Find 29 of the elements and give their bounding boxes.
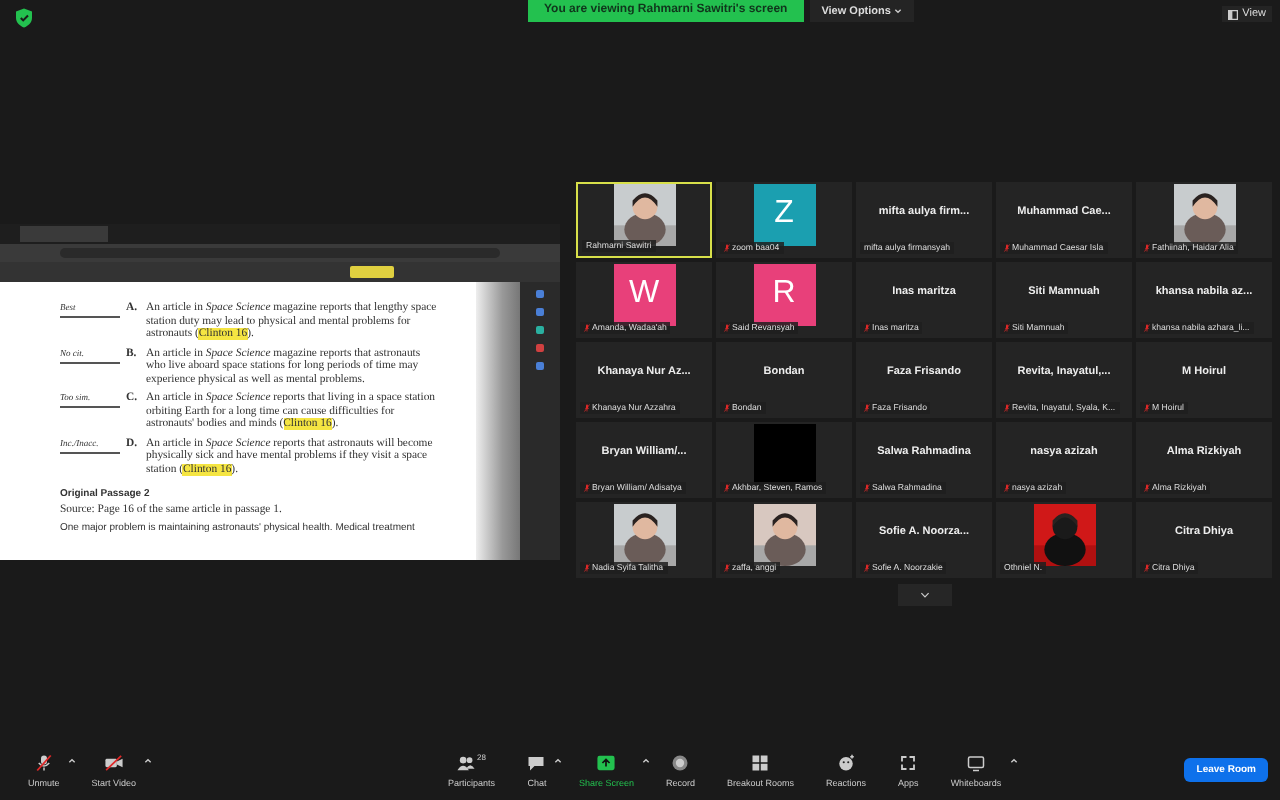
sidebar-icon[interactable] bbox=[536, 326, 544, 334]
sidebar-icon[interactable] bbox=[536, 344, 544, 352]
sidebar-icon[interactable] bbox=[536, 290, 544, 298]
share-screen-icon bbox=[596, 753, 617, 771]
people-icon bbox=[456, 753, 477, 771]
video-off-frame bbox=[753, 423, 815, 485]
camera-off-icon bbox=[103, 753, 124, 771]
caret-icon bbox=[894, 8, 903, 14]
apps-icon bbox=[898, 753, 919, 771]
caret-icon[interactable] bbox=[143, 757, 152, 763]
highlight-tool[interactable] bbox=[350, 266, 394, 278]
shield-icon bbox=[16, 8, 32, 28]
sidebar-icon[interactable] bbox=[536, 362, 544, 370]
record-icon bbox=[670, 753, 691, 771]
chat-icon bbox=[526, 753, 547, 771]
grid-icon bbox=[750, 753, 771, 771]
sidebar-icon[interactable] bbox=[536, 308, 544, 316]
avatar-letter: R bbox=[753, 263, 815, 325]
caret-icon[interactable] bbox=[642, 757, 650, 763]
avatar-letter: W bbox=[613, 263, 675, 325]
whiteboard-icon bbox=[965, 753, 986, 771]
chevron-down-icon bbox=[919, 592, 929, 598]
caret-icon[interactable] bbox=[67, 757, 76, 763]
layout-icon bbox=[1228, 9, 1239, 19]
caret-icon[interactable] bbox=[554, 757, 563, 763]
smiley-icon bbox=[836, 753, 857, 771]
caret-icon[interactable] bbox=[1009, 757, 1018, 763]
avatar-letter: Z bbox=[753, 183, 815, 245]
muted-mic-icon bbox=[33, 753, 54, 771]
